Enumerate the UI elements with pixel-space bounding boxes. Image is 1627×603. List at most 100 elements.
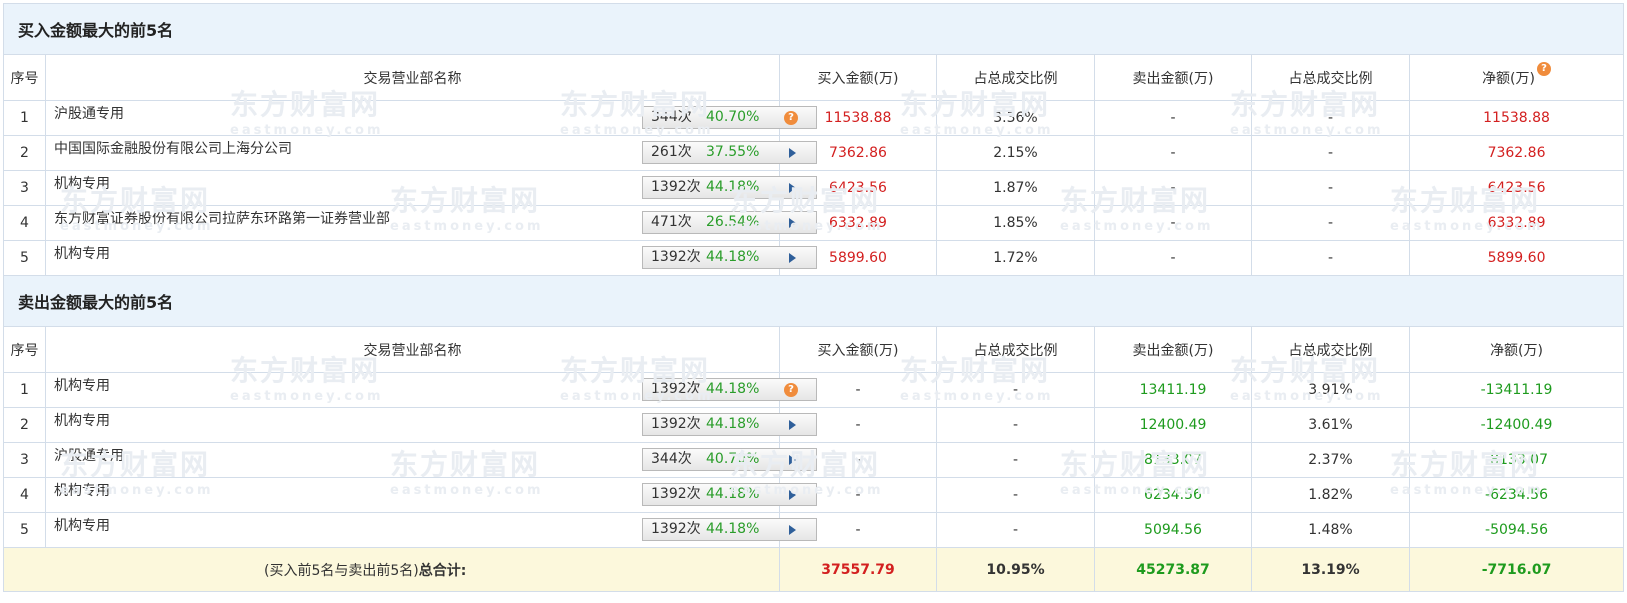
broker-name[interactable]: 机构专用 <box>54 516 110 536</box>
broker-stats-button[interactable]: 1392次 44.18% <box>642 246 817 269</box>
broker-cell: 东方财富证券股份有限公司拉萨东环路第一证券营业部 471次 26.54% <box>45 205 817 241</box>
buy-ratio: - <box>936 512 1095 548</box>
buy-ratio: - <box>936 372 1095 408</box>
broker-name[interactable]: 机构专用 <box>54 376 110 396</box>
net-amount: 5899.60 <box>1408 240 1625 276</box>
table-row: 4 东方财富证券股份有限公司拉萨东环路第一证券营业部 471次 26.54% 6332.… <box>3 205 1625 241</box>
broker-win-rate: 44.18% <box>706 249 760 265</box>
buy-ratio: 1.85% <box>936 205 1095 241</box>
sell-header-row: 序号 交易营业部名称 买入金额(万) 占总成交比例 卖出金额(万) 占总成交比例… <box>3 326 1625 373</box>
broker-name[interactable]: 东方财富证券股份有限公司拉萨东环路第一证券营业部 <box>54 209 390 229</box>
broker-stats-button[interactable]: 1392次 44.18% <box>642 413 817 436</box>
broker-cell: 中国国际金融股份有限公司上海分公司 261次 37.55% <box>45 135 817 171</box>
table-row: 5 机构专用 1392次 44.18% - -5094.56 1.48% -5094.56 <box>3 512 1625 548</box>
broker-count: 471次 <box>651 214 692 230</box>
net-amount: -6234.56 <box>1408 477 1625 513</box>
col-net: 净额(万)? <box>1408 54 1625 101</box>
sell-amount: 5094.56 <box>1094 512 1252 548</box>
row-index: 1 <box>3 372 46 408</box>
sell-section: 卖出金额最大的前5名 序号 交易营业部名称 买入金额(万) 占总成交比例 卖出金… <box>2 275 1625 548</box>
sell-ratio: - <box>1251 205 1410 241</box>
arrow-right-icon[interactable] <box>789 525 796 535</box>
broker-stats-button[interactable]: 471次 26.54% <box>642 211 817 234</box>
broker-name[interactable]: 机构专用 <box>54 174 110 194</box>
broker-count: 1392次 <box>651 416 701 432</box>
buy-ratio: - <box>936 442 1095 478</box>
broker-cell: 机构专用 1392次 44.18% <box>45 407 817 443</box>
arrow-right-icon[interactable] <box>789 420 796 430</box>
question-icon[interactable]: ? <box>784 383 798 397</box>
broker-count: 344次 <box>651 109 692 125</box>
total-buy: 37557.79 <box>779 547 937 592</box>
broker-name[interactable]: 沪股通专用 <box>54 446 124 466</box>
row-index: 2 <box>3 135 46 171</box>
broker-count: 1392次 <box>651 179 701 195</box>
table-row: 3 沪股通专用 344次 40.70% - -8133.07 2.37% -8133.07 <box>3 442 1625 478</box>
sell-amount: - <box>1094 240 1252 276</box>
broker-cell: 沪股通专用 344次 40.70%? <box>45 100 817 136</box>
sell-amount: - <box>1094 170 1252 206</box>
total-label-bold: 总合计: <box>418 562 467 579</box>
arrow-right-icon[interactable] <box>789 253 796 263</box>
broker-name[interactable]: 机构专用 <box>54 481 110 501</box>
arrow-right-icon[interactable] <box>789 490 796 500</box>
net-amount: 7362.86 <box>1408 135 1625 171</box>
sell-ratio: 1.48% <box>1251 512 1410 548</box>
arrow-right-icon[interactable] <box>789 148 796 158</box>
broker-count: 1392次 <box>651 381 701 397</box>
broker-win-rate: 44.18% <box>706 521 760 537</box>
broker-name[interactable]: 机构专用 <box>54 411 110 431</box>
row-index: 3 <box>3 170 46 206</box>
arrow-right-icon[interactable] <box>789 218 796 228</box>
sell-ratio: - <box>1251 170 1410 206</box>
broker-cell: 沪股通专用 344次 40.70% <box>45 442 817 478</box>
total-net: -7716.07 <box>1408 547 1625 592</box>
total-row: (买入前5名与卖出前5名)总合计: 37557.79 10.95% 45273.… <box>3 547 1625 592</box>
sell-amount: - <box>1094 100 1252 136</box>
net-amount: -12400.49 <box>1408 407 1625 443</box>
buy-section-title-row: 买入金额最大的前5名 <box>2 3 1625 55</box>
broker-count: 261次 <box>651 144 692 160</box>
sell-amount: - <box>1094 205 1252 241</box>
col-index: 序号 <box>3 326 46 373</box>
table-row: 5 机构专用 1392次 44.18% 5899.60 1.72% - -5899.60 <box>3 240 1625 276</box>
broker-stats-button[interactable]: 261次 37.55% <box>642 141 817 164</box>
total-sell: 45273.87 <box>1094 547 1252 592</box>
broker-win-rate: 44.18% <box>706 179 760 195</box>
table-row: 3 机构专用 1392次 44.18% 6423.56 1.87% - -6423.56 <box>3 170 1625 206</box>
arrow-right-icon[interactable] <box>789 455 796 465</box>
col-sell-amount: 卖出金额(万) <box>1094 326 1252 373</box>
sell-ratio: - <box>1251 240 1410 276</box>
col-broker: 交易营业部名称 <box>45 54 780 101</box>
sell-ratio: 3.61% <box>1251 407 1410 443</box>
table-row: 1 沪股通专用 344次 40.70%? 11538.88 3.36% - -11538.88 <box>3 100 1625 136</box>
broker-count: 1392次 <box>651 521 701 537</box>
col-buy-ratio: 占总成交比例 <box>936 326 1095 373</box>
broker-stats-button[interactable]: 344次 40.70% <box>642 448 817 471</box>
broker-stats-button[interactable]: 1392次 44.18% <box>642 483 817 506</box>
col-sell-amount: 卖出金额(万) <box>1094 54 1252 101</box>
buy-ratio: 2.15% <box>936 135 1095 171</box>
broker-name[interactable]: 中国国际金融股份有限公司上海分公司 <box>54 139 292 159</box>
table-row: 1 机构专用 1392次 44.18%? - -13411.19 3.91% -13411.1… <box>3 372 1625 408</box>
sell-ratio: 2.37% <box>1251 442 1410 478</box>
help-icon[interactable]: ? <box>1537 61 1551 76</box>
broker-stats-button[interactable]: 344次 40.70%? <box>642 106 817 129</box>
col-net-label: 净额(万) <box>1482 70 1535 87</box>
question-icon[interactable]: ? <box>784 111 798 125</box>
total-buy-ratio: 10.95% <box>936 547 1095 592</box>
net-amount: -5094.56 <box>1408 512 1625 548</box>
broker-table: 买入金额最大的前5名 序号 交易营业部名称 买入金额(万) 占总成交比例 卖出金… <box>2 3 1625 592</box>
broker-stats-button[interactable]: 1392次 44.18% <box>642 176 817 199</box>
broker-name[interactable]: 沪股通专用 <box>54 104 124 124</box>
broker-stats-button[interactable]: 1392次 44.18%? <box>642 378 817 401</box>
broker-name[interactable]: 机构专用 <box>54 244 110 264</box>
total-label-prefix: (买入前5名与卖出前5名) <box>264 562 419 579</box>
buy-section-title: 买入金额最大的前5名 <box>2 3 1625 55</box>
row-index: 4 <box>3 205 46 241</box>
buy-section: 买入金额最大的前5名 序号 交易营业部名称 买入金额(万) 占总成交比例 卖出金… <box>2 3 1625 276</box>
broker-stats-button[interactable]: 1392次 44.18% <box>642 518 817 541</box>
row-index: 5 <box>3 240 46 276</box>
arrow-right-icon[interactable] <box>789 183 796 193</box>
row-index: 2 <box>3 407 46 443</box>
